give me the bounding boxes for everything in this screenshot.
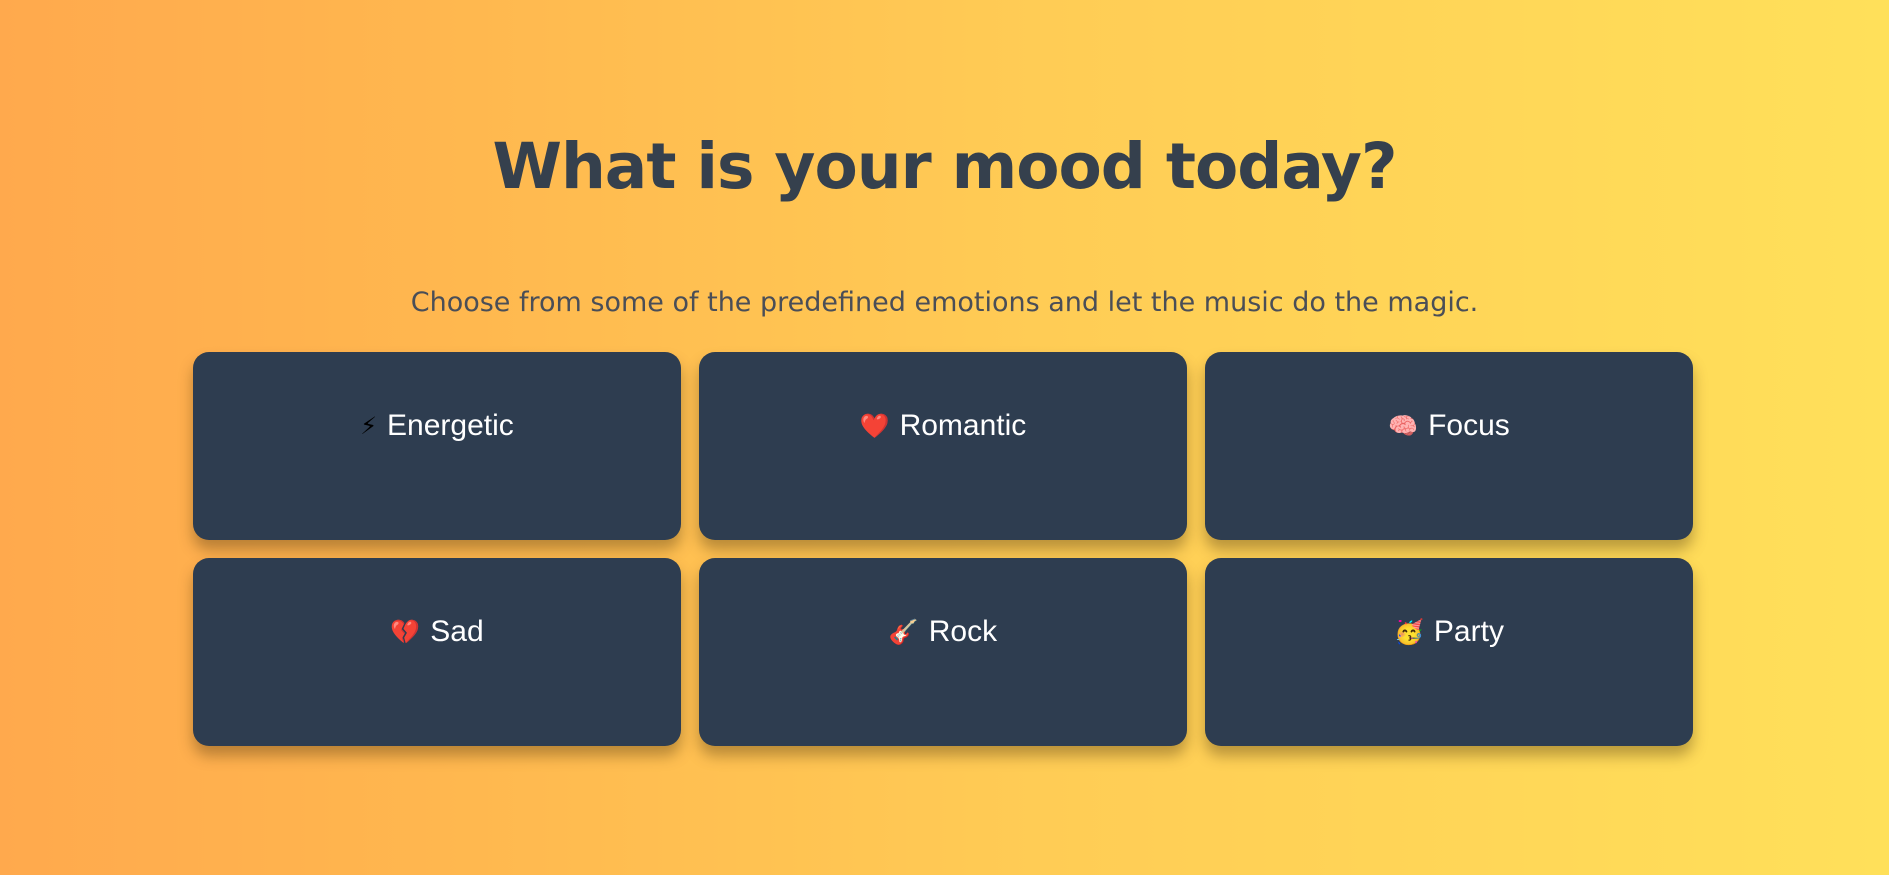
mood-card-content: 🧠 Focus	[1388, 408, 1510, 444]
mood-card-content: 🎸 Rock	[889, 614, 997, 650]
mood-card-romantic[interactable]: ❤️ Romantic	[699, 352, 1187, 540]
mood-card-content: ❤️ Romantic	[860, 408, 1027, 444]
mood-label: Rock	[928, 615, 998, 648]
mood-label: Romantic	[899, 409, 1027, 442]
mood-card-party[interactable]: 🥳 Party	[1205, 558, 1693, 746]
mood-page: What is your mood today? Choose from som…	[0, 0, 1889, 875]
mood-card-focus[interactable]: 🧠 Focus	[1205, 352, 1693, 540]
mood-card-content: 🥳 Party	[1394, 614, 1504, 650]
mood-card-rock[interactable]: 🎸 Rock	[699, 558, 1187, 746]
heart-icon: ❤️	[859, 412, 890, 440]
mood-label: Energetic	[387, 409, 514, 442]
mood-label: Party	[1433, 615, 1504, 648]
guitar-icon: 🎸	[888, 618, 919, 646]
mood-card-content: 💔 Sad	[390, 614, 483, 650]
broken-heart-icon: 💔	[390, 618, 421, 646]
mood-card-sad[interactable]: 💔 Sad	[193, 558, 681, 746]
lightning-icon: ⚡	[360, 412, 378, 440]
party-face-icon: 🥳	[1394, 618, 1424, 646]
mood-grid: ⚡ Energetic ❤️ Romantic 🧠 Focus 💔 Sad 🎸 …	[193, 352, 1693, 746]
mood-card-content: ⚡ Energetic	[360, 408, 514, 444]
mood-label: Focus	[1428, 409, 1510, 442]
page-title: What is your mood today?	[492, 130, 1397, 203]
mood-card-energetic[interactable]: ⚡ Energetic	[193, 352, 681, 540]
page-subtitle: Choose from some of the predefined emoti…	[410, 287, 1479, 318]
mood-label: Sad	[430, 615, 484, 648]
brain-icon: 🧠	[1388, 412, 1419, 440]
